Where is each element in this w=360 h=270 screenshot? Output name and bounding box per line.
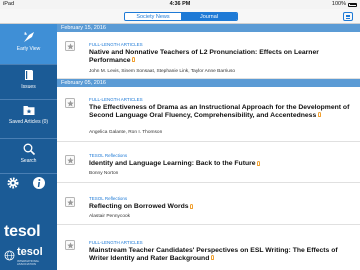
tesol-association-logo: tesol bbox=[17, 246, 43, 258]
article-title: Reflecting on Borrowed Words bbox=[89, 203, 351, 211]
tab-journal[interactable]: Journal bbox=[181, 12, 237, 20]
article-authors: Bonny Norton bbox=[89, 171, 119, 176]
association-subtitle: INTERNATIONAL ASSOCIATION bbox=[17, 259, 40, 266]
tab-society-news[interactable]: Society News bbox=[125, 12, 181, 20]
sidebar-item-label: Early View bbox=[16, 46, 41, 52]
sidebar-item-search[interactable]: Search bbox=[0, 139, 57, 173]
article-type: FULL-LENGTH ARTICLES bbox=[89, 240, 143, 245]
article-row[interactable]: FULL-LENGTH ARTICLES Mainstream Teacher … bbox=[57, 225, 360, 270]
info-icon[interactable] bbox=[32, 176, 46, 190]
sidebar-item-early-view[interactable]: Early View bbox=[0, 24, 57, 64]
tesol-globe-logo-icon bbox=[4, 250, 15, 261]
open-access-icon bbox=[132, 57, 136, 63]
saved-articles-icon bbox=[23, 106, 34, 115]
save-star-button[interactable] bbox=[65, 240, 75, 250]
sidebar-item-label: Search bbox=[20, 158, 37, 164]
save-star-button[interactable] bbox=[65, 41, 75, 51]
sidebar: Early View Issues Saved Articles (0) Sea… bbox=[0, 24, 57, 270]
date-header: February 15, 2016 bbox=[57, 24, 360, 32]
article-authors: John M. Levis, Sinem Sonsaat, Stephanie … bbox=[89, 69, 236, 74]
article-title: Native and Nonnative Teachers of L2 Pron… bbox=[89, 49, 319, 64]
sidebar-item-label: Issues bbox=[21, 84, 36, 90]
article-row[interactable]: TESOL Reflections Identity and Language … bbox=[57, 142, 360, 183]
divider bbox=[0, 173, 57, 174]
star-icon bbox=[67, 199, 75, 206]
top-bar: Society News Journal bbox=[0, 9, 360, 24]
clock: 4:36 PM bbox=[169, 1, 191, 7]
status-bar: iPad 4:36 PM 100% bbox=[0, 0, 360, 9]
star-icon bbox=[67, 43, 75, 50]
view-segmented-control: Society News Journal bbox=[124, 11, 238, 21]
article-authors: Alastair Pennycook bbox=[89, 214, 131, 219]
article-list: February 15, 2016 FULL-LENGTH ARTICLES N… bbox=[57, 24, 360, 270]
article-type: TESOL Reflections bbox=[89, 196, 128, 201]
article-row[interactable]: FULL-LENGTH ARTICLES The Effectiveness o… bbox=[57, 87, 360, 142]
open-access-icon bbox=[257, 160, 261, 166]
sidebar-item-saved-articles[interactable]: Saved Articles (0) bbox=[0, 100, 57, 138]
open-access-icon bbox=[190, 203, 194, 209]
article-type: FULL-LENGTH ARTICLES bbox=[89, 97, 143, 102]
article-row[interactable]: TESOL Reflections Reflecting on Borrowed… bbox=[57, 183, 360, 225]
issues-icon bbox=[24, 70, 33, 80]
date-header: February 05, 2016 bbox=[57, 79, 360, 87]
article-title: The Effectiveness of Drama as an Instruc… bbox=[89, 104, 350, 119]
article-title: Identity and Language Learning: Back to … bbox=[89, 160, 351, 168]
gear-icon[interactable] bbox=[6, 176, 20, 190]
star-icon bbox=[67, 242, 75, 249]
article-row[interactable]: FULL-LENGTH ARTICLES Native and Nonnativ… bbox=[57, 32, 360, 79]
article-type: TESOL Reflections bbox=[89, 153, 128, 158]
save-star-button[interactable] bbox=[65, 155, 75, 165]
star-icon bbox=[67, 100, 75, 107]
star-icon bbox=[67, 157, 75, 164]
search-icon bbox=[23, 143, 35, 156]
article-title: Mainstream Teacher Candidates' Perspecti… bbox=[89, 247, 338, 262]
article-type: FULL-LENGTH ARTICLES bbox=[89, 42, 143, 47]
early-view-icon bbox=[23, 31, 34, 42]
tesol-logo: tesol bbox=[4, 223, 41, 240]
menu-button[interactable] bbox=[343, 11, 353, 21]
sidebar-item-label: Saved Articles (0) bbox=[8, 119, 49, 125]
save-star-button[interactable] bbox=[65, 98, 75, 108]
open-access-icon bbox=[210, 255, 215, 261]
save-star-button[interactable] bbox=[65, 197, 75, 207]
battery-icon bbox=[348, 2, 357, 7]
sidebar-item-issues[interactable]: Issues bbox=[0, 65, 57, 99]
battery-percent: 100% bbox=[331, 1, 346, 7]
article-authors: Angelica Galante, Ron I. Thomson bbox=[89, 130, 163, 135]
open-access-icon bbox=[317, 112, 322, 118]
